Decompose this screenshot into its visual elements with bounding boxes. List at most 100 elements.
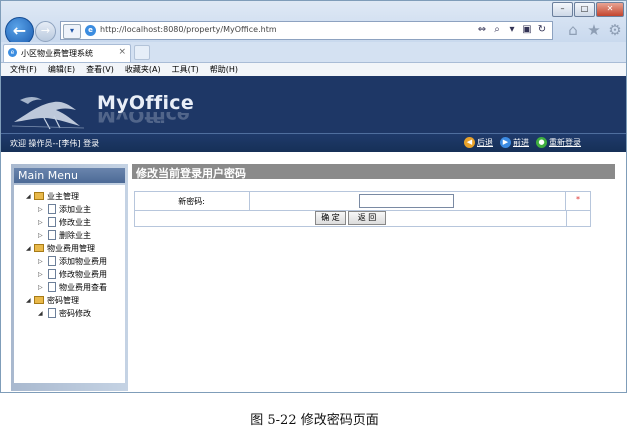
folder-icon <box>34 192 44 200</box>
tree-item-label[interactable]: 修改物业费用 <box>59 268 107 281</box>
required-mark: * <box>576 195 580 204</box>
menu-edit[interactable]: 编辑(E) <box>48 63 75 76</box>
nav-forward-link[interactable]: ▶ 前进 <box>500 137 529 148</box>
expand-arrow-icon[interactable]: ◢ <box>26 242 31 255</box>
brand-logo-reflection: MyOffice <box>97 112 190 126</box>
tree-item-label[interactable]: 修改业主 <box>59 216 91 229</box>
tree-item-change-password[interactable]: ◢ 密码修改 <box>14 307 125 320</box>
form-required-cell: * <box>566 192 590 210</box>
menu-tools[interactable]: 工具(T) <box>172 63 199 76</box>
menu-file[interactable]: 文件(F) <box>10 63 37 76</box>
nav-back-label[interactable]: 后退 <box>477 137 493 148</box>
url-input[interactable]: ▾ e http://localhost:8080/property/MyOff… <box>60 21 553 40</box>
page-icon <box>48 308 56 318</box>
url-actions: ⇔ ⌕ ▾ ▣ ↻ <box>473 24 548 36</box>
tab-title: 小区物业费管理系统 <box>21 49 93 58</box>
minimize-button[interactable]: – <box>552 2 573 17</box>
page-icon <box>48 204 56 214</box>
confirm-button[interactable]: 确 定 <box>315 211 346 225</box>
compatibility-icon[interactable]: ▾ <box>63 24 81 39</box>
tree-group-label[interactable]: 物业费用管理 <box>47 242 95 255</box>
form-spacer-cell <box>566 210 591 226</box>
menu-help[interactable]: 帮助(H) <box>210 63 238 76</box>
tree-item-label[interactable]: 物业费用查看 <box>59 281 107 294</box>
tree-group-fees[interactable]: ◢ 物业费用管理 <box>14 242 125 255</box>
nav-relogin-link[interactable]: ● 重新登录 <box>536 137 581 148</box>
menu-view[interactable]: 查看(V) <box>86 63 114 76</box>
tree-item-delete-owner[interactable]: ▷ 删除业主 <box>14 229 125 242</box>
page-icon <box>48 217 56 227</box>
brand-logo-text: MyOffice <box>97 92 195 114</box>
expand-arrow-icon[interactable]: ◢ <box>26 190 31 203</box>
tree-item-add-fee[interactable]: ▷ 添加物业费用 <box>14 255 125 268</box>
nav-forward-label[interactable]: 前进 <box>513 137 529 148</box>
welcome-bar: 欢迎 操作员--[李伟] 登录 ◀ 后退 ▶ 前进 ● 重新登录 <box>1 133 626 152</box>
tree-group-label[interactable]: 密码管理 <box>47 294 79 307</box>
page-icon <box>48 282 56 292</box>
forward-arrow-icon[interactable]: → <box>35 21 56 42</box>
tree-item-edit-fee[interactable]: ▷ 修改物业费用 <box>14 268 125 281</box>
sidebar: Main Menu ◢ 业主管理 ▷ 添加业主 ▷ 修改业主 ▷ 删除业主 ◢ … <box>11 164 128 391</box>
dropdown-icon[interactable]: ▾ <box>506 24 518 36</box>
search-icon[interactable]: ⌕ <box>491 24 503 36</box>
tree-item-label[interactable]: 删除业主 <box>59 229 91 242</box>
menu-tree: ◢ 业主管理 ▷ 添加业主 ▷ 修改业主 ▷ 删除业主 ◢ 物业费用管理 ▷ 添… <box>14 190 125 320</box>
tab-active[interactable]: e 小区物业费管理系统 × <box>3 44 131 62</box>
tree-group-owner[interactable]: ◢ 业主管理 <box>14 190 125 203</box>
form-label-cell: 新密码: <box>135 192 250 210</box>
nav-relogin-label[interactable]: 重新登录 <box>549 137 581 148</box>
new-password-field[interactable] <box>359 194 454 208</box>
nav-back-link[interactable]: ◀ 后退 <box>464 137 493 148</box>
maximize-button[interactable]: □ <box>574 2 595 17</box>
window-controls: – □ ✕ <box>551 2 624 17</box>
tree-item-add-owner[interactable]: ▷ 添加业主 <box>14 203 125 216</box>
collapse-arrow-icon: ▷ <box>38 284 43 291</box>
compat-view-icon[interactable]: ⇔ <box>476 24 488 36</box>
gear-icon[interactable]: ⚙ <box>606 21 624 39</box>
refresh-icon[interactable]: ↻ <box>536 24 548 36</box>
page-title: 修改当前登录用户密码 <box>136 167 246 180</box>
back-circle-icon: ◀ <box>464 137 475 148</box>
tree-item-view-fee[interactable]: ▷ 物业费用查看 <box>14 281 125 294</box>
tab-favicon-icon: e <box>8 48 17 57</box>
url-text[interactable]: http://localhost:8080/property/MyOffice.… <box>100 25 277 34</box>
page-favicon-icon: e <box>85 25 96 36</box>
welcome-text: 欢迎 操作员--[李伟] 登录 <box>10 139 100 148</box>
collapse-arrow-icon: ▷ <box>38 219 43 226</box>
form-row-password: 新密码: * <box>135 192 590 211</box>
new-password-label: 新密码: <box>178 197 205 206</box>
collapse-arrow-icon: ▷ <box>38 271 43 278</box>
collapse-arrow-icon: ▷ <box>38 232 43 239</box>
collapse-arrow-icon: ▷ <box>38 258 43 265</box>
tree-item-label[interactable]: 添加业主 <box>59 203 91 216</box>
home-icon[interactable]: ⌂ <box>564 21 582 39</box>
folder-icon <box>34 244 44 252</box>
toolbar-right: ⌂ ★ ⚙ <box>561 21 624 39</box>
sidebar-panel: ◢ 业主管理 ▷ 添加业主 ▷ 修改业主 ▷ 删除业主 ◢ 物业费用管理 ▷ 添… <box>14 185 125 383</box>
page-icon <box>48 230 56 240</box>
favorites-star-icon[interactable]: ★ <box>585 21 603 39</box>
form-input-cell <box>250 192 566 210</box>
tree-group-password[interactable]: ◢ 密码管理 <box>14 294 125 307</box>
forward-circle-icon: ▶ <box>500 137 511 148</box>
folder-icon <box>34 296 44 304</box>
menu-favorites[interactable]: 收藏夹(A) <box>125 63 161 76</box>
page-icon <box>48 269 56 279</box>
tree-group-label[interactable]: 业主管理 <box>47 190 79 203</box>
tree-item-edit-owner[interactable]: ▷ 修改业主 <box>14 216 125 229</box>
back-button[interactable]: 返 回 <box>348 211 386 225</box>
tab-close-icon[interactable]: × <box>118 47 126 57</box>
new-tab-button[interactable] <box>134 45 150 60</box>
relogin-icon: ● <box>536 137 547 148</box>
figure-caption: 图 5-22 修改密码页面 <box>250 413 379 428</box>
close-window-button[interactable]: ✕ <box>596 2 624 17</box>
sidebar-title: Main Menu <box>18 169 78 182</box>
tree-item-label[interactable]: 添加物业费用 <box>59 255 107 268</box>
menu-bar: 文件(F) 编辑(E) 查看(V) 收藏夹(A) 工具(T) 帮助(H) <box>1 63 626 76</box>
expand-arrow-icon[interactable]: ◢ <box>26 294 31 307</box>
tree-item-label[interactable]: 密码修改 <box>59 307 91 320</box>
site-header: MyOffice MyOffice <box>1 76 626 133</box>
page-icon <box>48 256 56 266</box>
sidebar-header: Main Menu <box>14 168 125 183</box>
page-icon[interactable]: ▣ <box>521 24 533 36</box>
